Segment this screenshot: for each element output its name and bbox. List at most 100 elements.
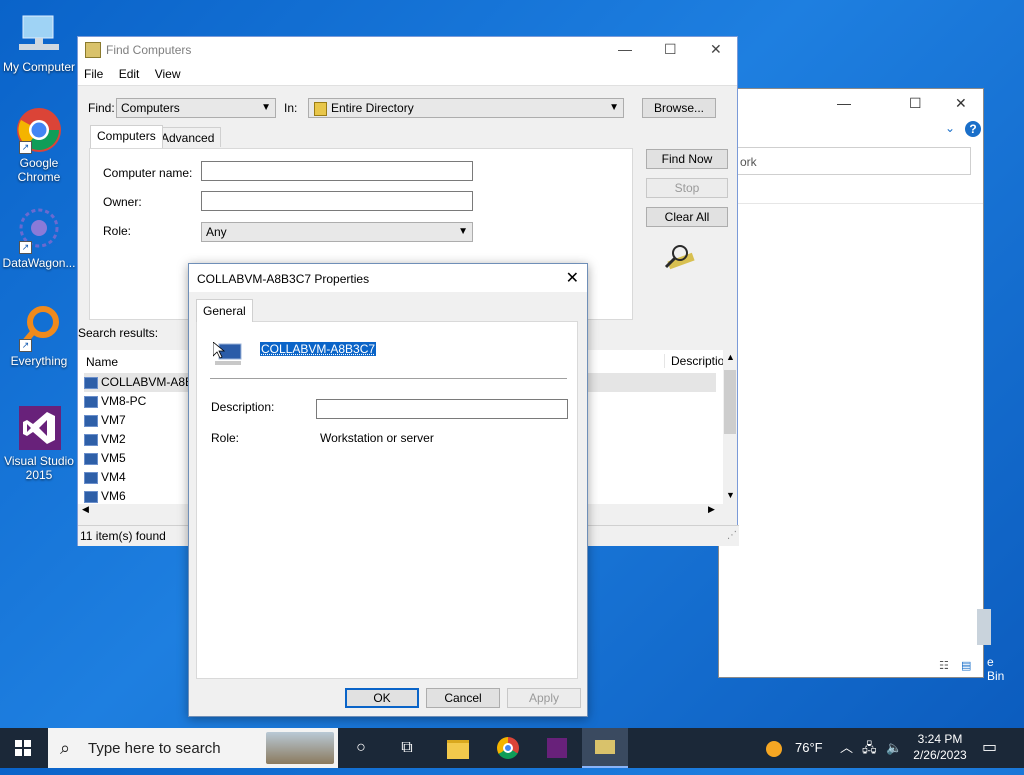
computer-name-field[interactable] [201,161,473,181]
find-computers-taskbar-icon[interactable] [582,728,628,768]
computer-icon [84,396,98,408]
volume-icon[interactable]: 🔈 [886,728,902,768]
clear-all-button[interactable]: Clear All [646,207,728,227]
large-icons-view-icon[interactable]: ▤ [961,659,971,672]
list-item[interactable]: VM2 [84,430,126,449]
chevron-down-icon[interactable]: ⌄ [945,121,955,135]
help-icon[interactable]: ? [965,121,981,137]
cortana-icon[interactable]: ○ [338,728,384,768]
stop-button[interactable]: Stop [646,178,728,198]
menu-file[interactable]: File [78,63,109,85]
find-computers-icon [85,42,101,58]
browse-button[interactable]: Browse... [642,98,716,118]
scroll-right-icon[interactable]: ▶ [708,504,715,515]
weather-temperature[interactable]: 76°F [795,728,823,768]
datawagon-icon: ↗ [15,206,63,254]
clock[interactable]: 3:24 PM 2/26/2023 [908,731,972,763]
find-type-value: Computers [121,101,180,115]
desktop-icon-label: Everything [1,354,77,368]
tab-computers[interactable]: Computers [90,125,163,148]
chevron-up-icon[interactable]: ︿ [840,728,853,768]
computer-name-text[interactable]: COLLABVM-A8B3C7 [260,342,376,356]
vertical-scrollbar[interactable]: ▲ ▼ [723,350,737,518]
column-header-name[interactable]: Name [86,355,118,369]
notifications-icon[interactable]: ▭ [982,728,997,768]
find-now-button[interactable]: Find Now [646,149,728,169]
role-label: Role: [211,431,239,445]
title-bar: Find Computers — ☐ ✕ [78,37,737,63]
owner-field[interactable] [201,191,473,211]
result-name: VM5 [101,451,126,465]
computer-icon [84,434,98,446]
apply-button[interactable]: Apply [507,688,581,708]
clock-date: 2/26/2023 [908,747,972,763]
desktop-icon-everything[interactable]: ↗ Everything [1,304,77,368]
chrome-taskbar-icon[interactable] [485,728,531,768]
result-name: VM7 [101,413,126,427]
scroll-up-icon[interactable]: ▲ [726,352,735,362]
desktop-icon-visual-studio[interactable]: Visual Studio 2015 [1,404,77,482]
divider [210,378,567,379]
list-item[interactable]: VM4 [84,468,126,487]
result-name: VM6 [101,489,126,503]
properties-dialog[interactable]: COLLABVM-A8B3C7 Properties ✕ General COL… [188,263,588,717]
visual-studio-taskbar-icon[interactable] [534,728,580,768]
desktop-icon-label: DataWagon... [1,256,77,270]
desktop-icon-google-chrome[interactable]: ↗ Google Chrome [1,106,77,184]
network-icon[interactable]: 🖧 [862,728,877,768]
shortcut-arrow-icon: ↗ [19,241,32,254]
menu-view[interactable]: View [149,63,187,85]
close-icon[interactable]: ✕ [566,268,579,288]
file-explorer-icon[interactable] [435,728,481,768]
description-label: Description: [211,400,274,414]
minimize-icon[interactable]: — [837,95,851,111]
computer-icon [213,342,243,369]
find-label: Find: [88,101,115,115]
background-explorer-window[interactable]: — ☐ ✕ ⌄ ? ork e Bin ☷ ▤ [718,88,984,678]
start-button[interactable] [0,728,46,768]
general-panel: COLLABVM-A8B3C7 Description: Role: Works… [196,321,578,679]
address-bar[interactable]: ork [729,147,971,175]
role-value: Any [206,225,227,239]
resize-grip-icon[interactable]: ⋰ [727,526,737,546]
cancel-button[interactable]: Cancel [426,688,500,708]
computer-icon [15,10,63,58]
find-type-select[interactable]: Computers ▼ [116,98,276,118]
ok-button[interactable]: OK [345,688,419,708]
description-field[interactable] [316,399,568,419]
windows-logo-icon [15,740,31,756]
divider [719,203,983,204]
weather-sun-icon[interactable] [766,728,782,768]
desktop-icon-datawagon[interactable]: ↗ DataWagon... [1,206,77,270]
close-icon[interactable]: ✕ [955,95,967,112]
maximize-icon[interactable]: ☐ [664,41,677,58]
desktop-icon-label: Visual Studio 2015 [1,454,77,482]
list-item[interactable]: VM8-PC [84,392,146,411]
role-select[interactable]: Any ▼ [201,222,473,242]
task-view-icon[interactable]: ⧉ [384,728,430,768]
title-bar: COLLABVM-A8B3C7 Properties ✕ [189,264,587,292]
in-location-select[interactable]: Entire Directory ▼ [308,98,624,118]
list-item[interactable]: VM7 [84,411,126,430]
computer-icon [84,453,98,465]
tab-advanced[interactable]: Advanced [154,127,221,147]
magnifier-icon [662,243,696,276]
close-icon[interactable]: ✕ [710,41,722,58]
minimize-icon[interactable]: — [618,41,632,57]
tab-general[interactable]: General [196,299,253,322]
column-header-description[interactable]: Descriptio [664,354,724,368]
taskbar-search-box[interactable]: ⌕ Type here to search [48,728,338,768]
scroll-down-icon[interactable]: ▼ [726,490,735,500]
scroll-thumb[interactable] [724,370,736,434]
recycle-bin-icon[interactable] [977,609,991,645]
menu-bar: File Edit View [78,63,737,86]
in-location-value: Entire Directory [331,101,414,115]
details-view-icon[interactable]: ☷ [939,659,949,672]
recycle-bin-label: e Bin [987,655,1004,683]
menu-edit[interactable]: Edit [113,63,146,85]
result-name: VM8-PC [101,394,146,408]
desktop-icon-my-computer[interactable]: My Computer [1,10,77,74]
maximize-icon[interactable]: ☐ [909,95,922,112]
scroll-left-icon[interactable]: ◀ [82,504,89,515]
list-item[interactable]: VM5 [84,449,126,468]
